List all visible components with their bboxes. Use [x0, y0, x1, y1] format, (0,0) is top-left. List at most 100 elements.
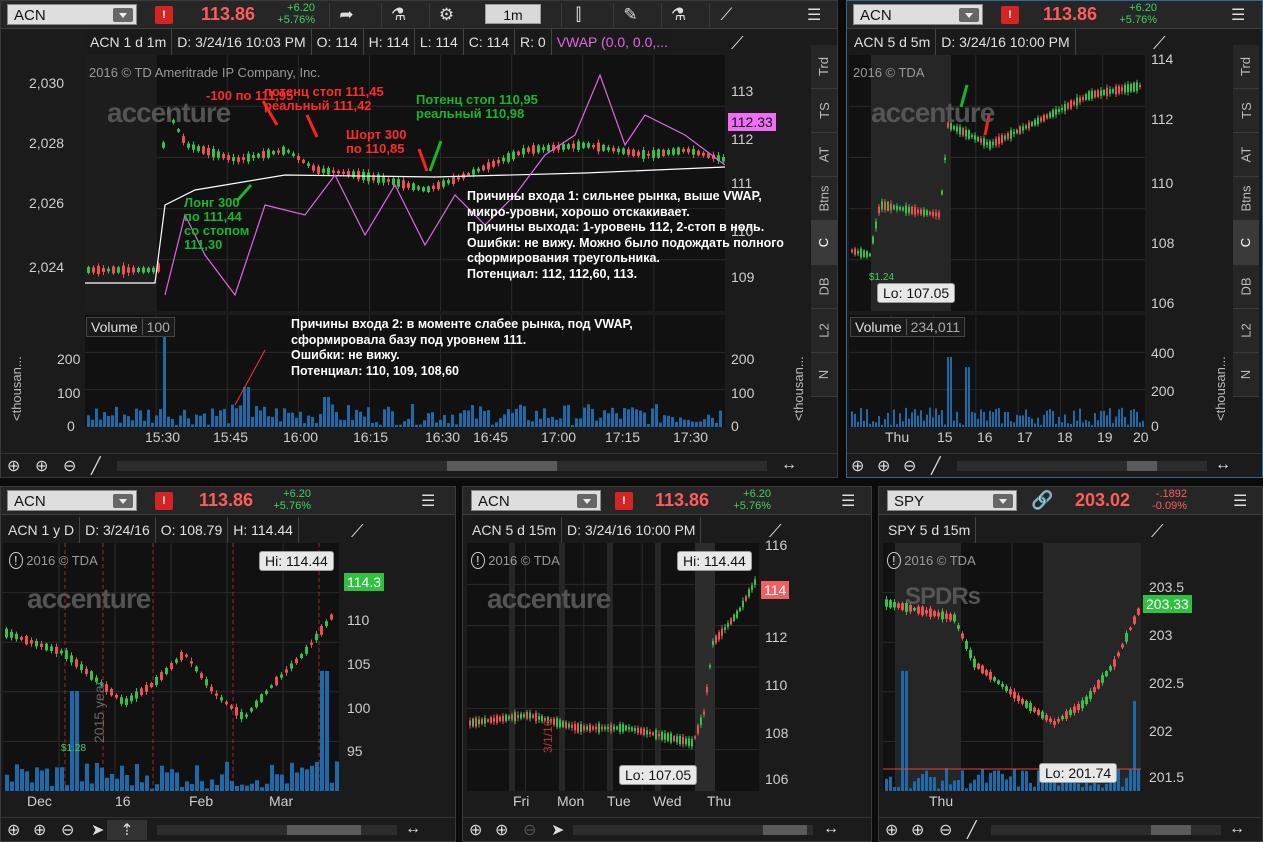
candle-body	[477, 168, 480, 172]
tab-btns[interactable]: Btns	[1233, 177, 1259, 221]
tab-at[interactable]: AT	[811, 133, 837, 177]
alert-badge-icon[interactable]: !	[615, 492, 633, 510]
zoom-in-icon[interactable]: ⊕	[877, 456, 890, 476]
studies-flask-icon[interactable]: ⚗	[661, 3, 695, 27]
zoom-out-icon[interactable]: ⊖	[523, 820, 536, 840]
tab-n[interactable]: N	[811, 353, 837, 397]
pattern-icon[interactable]: ⟋	[709, 3, 743, 27]
alert-badge-icon[interactable]: !	[155, 6, 173, 24]
tab-trd[interactable]: Trd	[1233, 45, 1259, 89]
zoom-out-icon[interactable]: ⊖	[939, 820, 952, 840]
tab-c[interactable]: C	[811, 221, 837, 265]
candle-body	[1100, 90, 1102, 96]
info-icon[interactable]: !	[887, 552, 901, 569]
crosshair-icon[interactable]: ⊕	[7, 456, 20, 476]
zoom-out-icon[interactable]: ⊖	[903, 456, 916, 476]
tab-c[interactable]: C	[1233, 221, 1259, 265]
draw-line-icon[interactable]: ╱	[91, 456, 101, 476]
crosshair-icon[interactable]: ⊕	[7, 820, 20, 840]
menu-icon[interactable]: ☰	[841, 491, 861, 511]
interval-selector[interactable]: 1m	[485, 4, 541, 24]
zoom-out-icon[interactable]: ⊖	[63, 456, 76, 476]
tab-db[interactable]: DB	[1233, 265, 1259, 309]
draw-line-icon[interactable]: ╱	[931, 456, 941, 476]
pointer-icon[interactable]: ➤	[91, 820, 104, 840]
flask-icon[interactable]: ⚗	[381, 3, 415, 27]
chart-scrollbar[interactable]	[957, 461, 1207, 471]
crosshair-icon[interactable]: ⊕	[851, 456, 864, 476]
candlestick-icon[interactable]: ⫿	[561, 3, 595, 27]
symbol-selector[interactable]: ACN	[7, 4, 137, 25]
menu-icon[interactable]: ☰	[1231, 5, 1251, 25]
menu-icon[interactable]: ☰	[421, 491, 441, 511]
candle-body	[748, 589, 750, 597]
scroll-thumb[interactable]	[447, 461, 557, 471]
menu-icon[interactable]: ☰	[807, 5, 827, 25]
time-tick: 15:30	[145, 429, 181, 445]
style-toggle-icon[interactable]: ⟋	[351, 521, 364, 542]
chevron-down-icon[interactable]	[959, 8, 979, 22]
tab-db[interactable]: DB	[811, 265, 837, 309]
symbol-selector[interactable]: ACN	[7, 490, 137, 511]
candle-body	[475, 717, 477, 727]
candle-body	[572, 143, 575, 149]
alert-badge-icon[interactable]: !	[155, 492, 173, 510]
symbol-selector[interactable]: ACN	[471, 490, 601, 511]
collapse-icon[interactable]: ⇡	[107, 820, 147, 840]
expand-icon[interactable]: ↔	[823, 820, 839, 838]
chevron-down-icon[interactable]	[113, 494, 133, 508]
zoom-in-icon[interactable]: ⊕	[911, 820, 924, 840]
tab-ts[interactable]: TS	[1233, 89, 1259, 133]
chart-scrollbar[interactable]	[991, 825, 1221, 835]
expand-icon[interactable]: ↔	[405, 820, 421, 838]
candle-body	[1041, 711, 1044, 719]
zoom-in-icon[interactable]: ⊕	[495, 820, 508, 840]
gear-icon[interactable]: ⚙	[429, 3, 463, 27]
expand-icon[interactable]: ↔	[781, 456, 797, 474]
crosshair-icon[interactable]: ⊕	[469, 820, 482, 840]
chevron-down-icon[interactable]	[993, 494, 1013, 508]
scroll-thumb[interactable]	[1151, 825, 1191, 835]
link-icon[interactable]: 🔗	[1031, 490, 1053, 511]
style-toggle-icon[interactable]: ⟋	[731, 33, 744, 54]
scroll-thumb[interactable]	[1127, 461, 1157, 471]
scroll-thumb[interactable]	[763, 825, 807, 835]
chart-scrollbar[interactable]	[573, 825, 813, 835]
style-toggle-icon[interactable]: ⟋	[1151, 521, 1164, 542]
zoom-out-icon[interactable]: ⊖	[61, 820, 74, 840]
symbol-selector[interactable]: SPY	[887, 490, 1017, 511]
tab-trd[interactable]: Trd	[811, 45, 837, 89]
draw-line-icon[interactable]: ╱	[967, 820, 977, 840]
scroll-thumb[interactable]	[287, 825, 361, 835]
zoom-in-icon[interactable]: ⊕	[33, 820, 46, 840]
tab-l2[interactable]: L2	[1233, 309, 1259, 353]
chevron-down-icon[interactable]	[113, 8, 133, 22]
volume-bar	[993, 770, 996, 791]
info-icon[interactable]: !	[9, 552, 23, 569]
crosshair-icon[interactable]: ⊕	[885, 820, 898, 840]
expand-icon[interactable]: ↔	[1215, 456, 1231, 474]
menu-icon[interactable]: ☰	[1233, 491, 1253, 511]
alert-badge-icon[interactable]: !	[1001, 6, 1019, 24]
tab-btns[interactable]: Btns	[811, 177, 837, 221]
tab-ts[interactable]: TS	[811, 89, 837, 133]
candle-body	[643, 728, 645, 735]
candle-body	[512, 151, 515, 160]
expand-icon[interactable]: ↔	[1229, 820, 1245, 838]
pointer-icon[interactable]: ➤	[551, 820, 564, 840]
share-icon[interactable]: ➦	[329, 3, 363, 27]
volume-bar	[45, 768, 49, 791]
tab-at[interactable]: AT	[1233, 133, 1259, 177]
info-icon[interactable]: !	[471, 552, 485, 569]
zoom-in-icon[interactable]: ⊕	[35, 456, 48, 476]
tab-l2[interactable]: L2	[811, 309, 837, 353]
chart-scrollbar[interactable]	[117, 461, 767, 471]
candle-body	[322, 168, 325, 173]
chart-scrollbar[interactable]	[157, 825, 397, 835]
chevron-down-icon[interactable]	[577, 494, 597, 508]
candle-body	[517, 714, 519, 718]
symbol-selector[interactable]: ACN	[853, 4, 983, 25]
volume-bar	[459, 413, 462, 427]
pencil-icon[interactable]: ✎	[613, 3, 647, 27]
tab-n[interactable]: N	[1233, 353, 1259, 397]
